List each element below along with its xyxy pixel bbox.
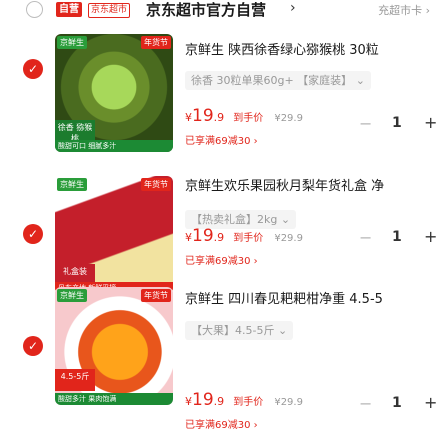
product-image-kiwi[interactable]: 京鲜生 年货节 徐香 猕猴桃 酸甜可口 细腻多汁 [55, 34, 173, 152]
original-price: ¥29.9 [274, 233, 303, 244]
original-price: ¥29.9 [274, 113, 303, 124]
festival-tag: 年货节 [141, 178, 171, 191]
product-title[interactable]: 京鲜生 陕西徐香绿心猕猴桃 30粒 [185, 42, 444, 60]
price-row: ¥19.9 到手价 ¥29.9 [185, 390, 444, 412]
product-title[interactable]: 京鲜生 四川春见耙耙柑净重 4.5-5 [185, 291, 444, 309]
product-image-orange[interactable]: 京鲜生 年货节 4.5-5斤 酸甜多汁 果肉饱满 [55, 287, 173, 405]
price-decimal: .9 [213, 395, 225, 408]
promo-text[interactable]: 已享满69减30 › [185, 416, 258, 431]
quantity-value[interactable]: 1 [392, 229, 402, 245]
spec-selector[interactable]: 徐香 30粒单果60g+ 【家庭装】 ⌄ [185, 71, 371, 90]
quantity-decrease-button[interactable]: − [359, 114, 372, 133]
cart-item-orange: ✓ 京鲜生 年货节 4.5-5斤 酸甜多汁 果肉饱满 京鲜生 四川春见耙耙柑净重… [0, 287, 444, 437]
price-note: 到手价 [233, 113, 264, 124]
brand-tag: 京鲜生 [57, 178, 87, 191]
price-decimal: .9 [213, 111, 225, 124]
promo-text[interactable]: 已享满69减30 › [185, 252, 258, 267]
jd-supermarket-badge: 京东超市 [88, 3, 131, 18]
spec-text: 徐香 30粒单果60g+ 【家庭装】 [191, 74, 353, 87]
recharge-card-link[interactable]: 充超市卡 › [378, 2, 430, 18]
variety-band: 徐香 猕猴桃 [55, 120, 95, 143]
festival-tag: 年货节 [141, 36, 171, 49]
price-symbol: ¥ [185, 231, 192, 244]
shop-name[interactable]: 京东超市官方自营 [146, 0, 266, 20]
price-row: ¥19.9 到手价 ¥29.9 [185, 106, 444, 128]
spec-selector[interactable]: 【大果】4.5-5斤 ⌄ [185, 321, 294, 340]
brand-tag: 京鲜生 [57, 289, 87, 302]
price-note: 到手价 [233, 397, 264, 408]
original-price: ¥29.9 [274, 397, 303, 408]
quantity-increase-button[interactable]: + [424, 227, 437, 246]
chevron-down-icon: ⌄ [280, 213, 291, 226]
price-note: 到手价 [233, 233, 264, 244]
price-row: ¥19.9 到手价 ¥29.9 [185, 226, 444, 248]
quantity-increase-button[interactable]: + [424, 393, 437, 412]
spec-text: 【大果】4.5-5斤 [191, 324, 275, 337]
shop-select-radio[interactable] [26, 1, 43, 18]
variety-band: 礼盒装 [55, 264, 95, 284]
price-integer: 19 [192, 106, 214, 126]
quantity-value[interactable]: 1 [392, 115, 402, 131]
festival-tag: 年货节 [141, 289, 171, 302]
check-icon[interactable]: ✓ [23, 336, 43, 356]
quantity-decrease-button[interactable]: − [359, 228, 372, 247]
feature-strip: 酸甜可口 细腻多汁 [55, 140, 173, 152]
price-symbol: ¥ [185, 111, 192, 124]
product-image-pear[interactable]: 京鲜生 年货节 礼盒装 丹东产地 新鲜采摘 [55, 176, 173, 294]
shop-header: 自营 京东超市 京东超市官方自营 › 充超市卡 › [0, 0, 444, 26]
chevron-down-icon: ⌄ [355, 74, 365, 87]
quantity-value[interactable]: 1 [392, 395, 402, 411]
cart-item-kiwi: ✓ 京鲜生 年货节 徐香 猕猴桃 酸甜可口 细腻多汁 京鲜生 陕西徐香绿心猕猴桃… [0, 34, 444, 184]
price-symbol: ¥ [185, 395, 192, 408]
check-icon[interactable]: ✓ [23, 59, 43, 79]
variety-band: 4.5-5斤 [55, 369, 95, 391]
chevron-right-icon[interactable]: › [290, 0, 296, 16]
price-decimal: .9 [213, 231, 225, 244]
self-operated-badge: 自营 [56, 2, 82, 17]
quantity-decrease-button[interactable]: − [359, 394, 372, 413]
brand-tag: 京鲜生 [57, 36, 87, 49]
price-integer: 19 [192, 390, 214, 410]
feature-strip: 酸甜多汁 果肉饱满 [55, 393, 173, 405]
quantity-increase-button[interactable]: + [424, 113, 437, 132]
check-icon[interactable]: ✓ [23, 224, 43, 244]
chevron-down-icon: ⌄ [277, 324, 288, 337]
product-title[interactable]: 京鲜生欢乐果园秋月梨年货礼盒 净 [185, 178, 444, 196]
promo-text[interactable]: 已享满69减30 › [185, 132, 258, 147]
spec-text: 【热卖礼盒】2kg [191, 213, 278, 226]
price-integer: 19 [192, 226, 214, 246]
